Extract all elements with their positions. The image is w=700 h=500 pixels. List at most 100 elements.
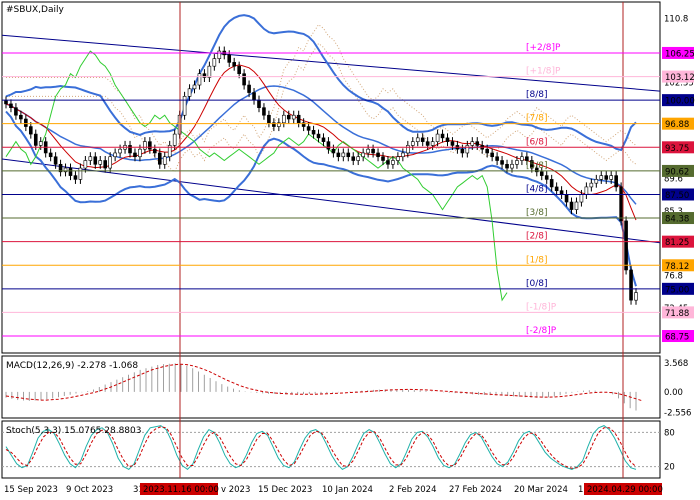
candle-body (33, 133, 38, 146)
candle-body (118, 148, 122, 154)
candle-body (247, 84, 251, 93)
murrey-label: [0/8] (526, 279, 548, 289)
candle-body (78, 167, 83, 180)
murrey-label: [5/8] (526, 161, 548, 171)
macd-y-tick: -2.556 (664, 409, 691, 419)
candle-body (187, 88, 192, 97)
murrey-label: [-1/8]P (526, 302, 557, 312)
candle-body (435, 133, 440, 142)
candle-body (197, 73, 202, 86)
candle-body (143, 141, 147, 150)
candle-body (539, 171, 544, 176)
candle-body (29, 126, 33, 135)
candle-body (490, 152, 494, 158)
candle-body (460, 148, 465, 154)
murrey-label: [3/8] (526, 208, 548, 218)
x-tick-label: 15 Dec 2023 (258, 485, 312, 495)
candle-body (386, 160, 390, 165)
price-tag-label: 100.00 (665, 97, 695, 107)
candle-body (396, 156, 400, 161)
candle-body (366, 148, 370, 154)
candle-body (14, 107, 18, 116)
candle-body (48, 152, 53, 158)
date-marker-label: 2024.04.29 00:00 (587, 485, 663, 495)
murrey-label: [2/8] (526, 232, 548, 242)
candle-body (267, 114, 271, 124)
candle-body (212, 58, 217, 67)
candle-body (564, 194, 569, 203)
candle-body (237, 65, 241, 75)
candle-body (148, 141, 152, 150)
candle-body (326, 141, 331, 150)
candle-body (549, 179, 554, 188)
price-tag-label: 68.75 (665, 333, 689, 343)
candle-body (574, 201, 579, 210)
candle-body (68, 167, 73, 176)
murrey-label: [1/8] (526, 255, 548, 265)
price-tag-label: 75.00 (665, 285, 689, 295)
candle-body (24, 118, 28, 127)
candle-body (262, 107, 266, 116)
candle-body (505, 163, 509, 169)
x-tick-label: 10 Jan 2024 (322, 485, 373, 495)
candle-body (9, 103, 13, 108)
candle-body (4, 100, 8, 105)
murrey-label: [-2/8]P (526, 326, 557, 336)
candle-body (192, 84, 197, 90)
candle-body (485, 148, 489, 154)
candle-body (351, 156, 356, 161)
candle-body (217, 50, 222, 59)
y-tick-label: 76.8 (664, 271, 683, 281)
price-tag-label: 71.88 (665, 309, 689, 319)
candle-body (53, 156, 58, 165)
x-tick-label: 20 Mar 2024 (514, 485, 568, 495)
candle-body (341, 152, 346, 158)
candle-body (172, 133, 177, 146)
candle-body (465, 145, 470, 154)
candle-body (153, 148, 157, 154)
candle-body (73, 175, 78, 180)
candle-body (420, 137, 425, 142)
murrey-label: [4/8] (526, 184, 548, 194)
price-tag-label: 81.25 (665, 238, 689, 248)
candle-body (634, 292, 638, 301)
candle-body (83, 160, 88, 169)
candle-body (415, 137, 420, 142)
candle-body (609, 175, 613, 180)
trading-chart: 110.8102.3589.685.380.976.872.453.5680.0… (1, 1, 695, 495)
candle-body (515, 160, 519, 165)
candle-body (291, 114, 296, 120)
candle-body (336, 152, 341, 158)
candle-body (410, 141, 415, 146)
stoch-y-tick: 20 (664, 463, 675, 473)
candle-body (232, 62, 236, 67)
candle-body (138, 148, 142, 158)
candle-body (391, 160, 395, 165)
candle-body (252, 92, 256, 101)
candle-body (331, 148, 336, 154)
murrey-label: [6/8] (526, 137, 548, 147)
date-marker-label: 2023.11.16 00:00 (143, 485, 219, 495)
candle-body (157, 152, 162, 165)
candle-body (306, 126, 311, 131)
candle-body (624, 220, 628, 271)
candle-body (257, 99, 261, 108)
candle-body (371, 148, 375, 154)
x-tick-label: v 2023 (221, 485, 250, 495)
candle-body (604, 175, 609, 180)
candle-body (311, 130, 316, 135)
murrey-label: [+1/8]P (526, 67, 561, 77)
candle-body (425, 141, 430, 146)
y-tick-label: 110.8 (664, 15, 688, 25)
candle-body (93, 156, 98, 165)
candle-body (88, 156, 93, 161)
macd-y-tick: 0.00 (664, 388, 683, 398)
x-tick-label: 2 Feb 2024 (389, 485, 437, 495)
candle-body (19, 114, 23, 120)
candle-body (356, 156, 361, 161)
candle-body (629, 269, 633, 301)
candle-body (544, 175, 549, 180)
stoch-title: Stoch(5,3,3) 15.0765 28.8803 (6, 426, 141, 436)
x-tick-label: 9 Oct 2023 (66, 485, 113, 495)
candle-body (376, 152, 380, 158)
